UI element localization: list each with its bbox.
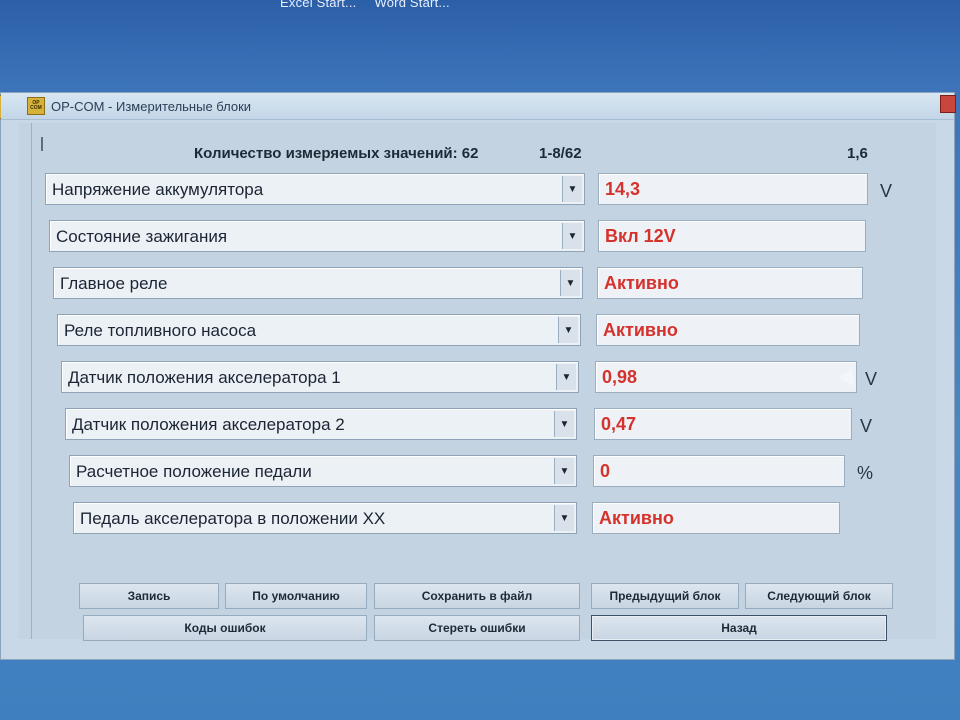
- chevron-down-icon[interactable]: ▼: [554, 458, 574, 484]
- measurement-label: Состояние зажигания: [56, 227, 228, 246]
- measurement-value-field: Активно: [596, 314, 860, 346]
- chevron-down-icon[interactable]: ▼: [560, 270, 580, 296]
- chevron-down-icon[interactable]: ▼: [562, 176, 582, 202]
- measurement-value: 0: [600, 461, 611, 481]
- measurement-value-field: Вкл 12V: [598, 220, 866, 252]
- measurement-label: Датчик положения акселератора 1: [68, 368, 341, 387]
- title-bar[interactable]: OP COM OP-COM - Измерительные блоки: [1, 93, 956, 120]
- close-icon[interactable]: [940, 95, 956, 113]
- measurement-unit: V: [860, 416, 873, 436]
- measurement-value: Активно: [603, 320, 678, 340]
- save-file-button[interactable]: Сохранить в файл: [374, 583, 580, 609]
- measurement-select[interactable]: Расчетное положение педали ▼: [69, 455, 577, 487]
- chevron-down-icon[interactable]: ▼: [554, 505, 574, 531]
- measurement-label: Реле топливного насоса: [64, 321, 257, 340]
- measurement-value-field: 0: [593, 455, 845, 487]
- measurement-select[interactable]: Состояние зажигания ▼: [49, 220, 585, 252]
- measurement-value-field: 14,3: [598, 173, 868, 205]
- app-logo-icon: OP COM: [27, 97, 45, 115]
- measurement-select[interactable]: Педаль акселератора в положении XX ▼: [73, 502, 577, 534]
- text-caret: [41, 137, 43, 151]
- measurement-label: Расчетное положение педали: [76, 462, 312, 481]
- chevron-down-icon[interactable]: ▼: [562, 223, 582, 249]
- measurement-select[interactable]: Напряжение аккумулятора ▼: [45, 173, 585, 205]
- measurement-label: Главное реле: [60, 274, 168, 293]
- measurement-value: 0,98: [602, 367, 638, 387]
- previous-block-button[interactable]: Предыдущий блок: [591, 583, 739, 609]
- measurement-value: Активно: [599, 508, 674, 528]
- chevron-down-icon[interactable]: ▼: [556, 364, 576, 390]
- panel-divider: [31, 123, 32, 639]
- next-block-button[interactable]: Следующий блок: [745, 583, 893, 609]
- page-range: 1-8/62: [539, 145, 582, 162]
- taskbar-items: Excel Start... Word Start...: [280, 0, 450, 14]
- measured-values-count: Количество измеряемых значений: 62: [194, 145, 479, 162]
- taskbar-item-word[interactable]: Word Start...: [375, 0, 450, 10]
- opcom-window: OP COM OP-COM - Измерительные блоки Коли…: [0, 92, 956, 660]
- measurement-unit: %: [857, 463, 874, 483]
- measurement-panel: Количество измеряемых значений: 62 1-8/6…: [19, 123, 936, 641]
- version-label: 1,6: [847, 145, 868, 162]
- measurement-select[interactable]: Датчик положения акселератора 1 ▼: [61, 361, 579, 393]
- error-codes-button[interactable]: Коды ошибок: [83, 615, 367, 641]
- measurement-select[interactable]: Датчик положения акселератора 2 ▼: [65, 408, 577, 440]
- measurement-value: Активно: [604, 273, 679, 293]
- measurement-unit: V: [865, 369, 878, 389]
- measurement-value-field: Активно: [597, 267, 863, 299]
- chevron-down-icon[interactable]: ▼: [558, 317, 578, 343]
- defaults-button[interactable]: По умолчанию: [225, 583, 367, 609]
- record-button[interactable]: Запись: [79, 583, 219, 609]
- measurement-select[interactable]: Главное реле ▼: [53, 267, 583, 299]
- window-title: OP-COM - Измерительные блоки: [51, 98, 252, 114]
- taskbar-item-excel[interactable]: Excel Start...: [280, 0, 357, 10]
- measurement-value-field: Активно: [592, 502, 840, 534]
- measurement-value: 0,47: [601, 414, 637, 434]
- measurement-label: Датчик положения акселератора 2: [72, 415, 345, 434]
- measurement-label: Напряжение аккумулятора: [52, 180, 264, 199]
- measurement-label: Педаль акселератора в положении XX: [80, 509, 386, 528]
- measurement-select[interactable]: Реле топливного насоса ▼: [57, 314, 581, 346]
- measurement-value-field: 0,47: [594, 408, 852, 440]
- back-button[interactable]: Назад: [591, 615, 887, 641]
- clear-errors-button[interactable]: Стереть ошибки: [374, 615, 580, 641]
- measurement-value: Вкл 12V: [605, 226, 676, 246]
- measurement-value-field: 0,98: [595, 361, 857, 393]
- measurement-unit: V: [880, 181, 893, 201]
- measurement-value: 14,3: [605, 179, 641, 199]
- chevron-down-icon[interactable]: ▼: [554, 411, 574, 437]
